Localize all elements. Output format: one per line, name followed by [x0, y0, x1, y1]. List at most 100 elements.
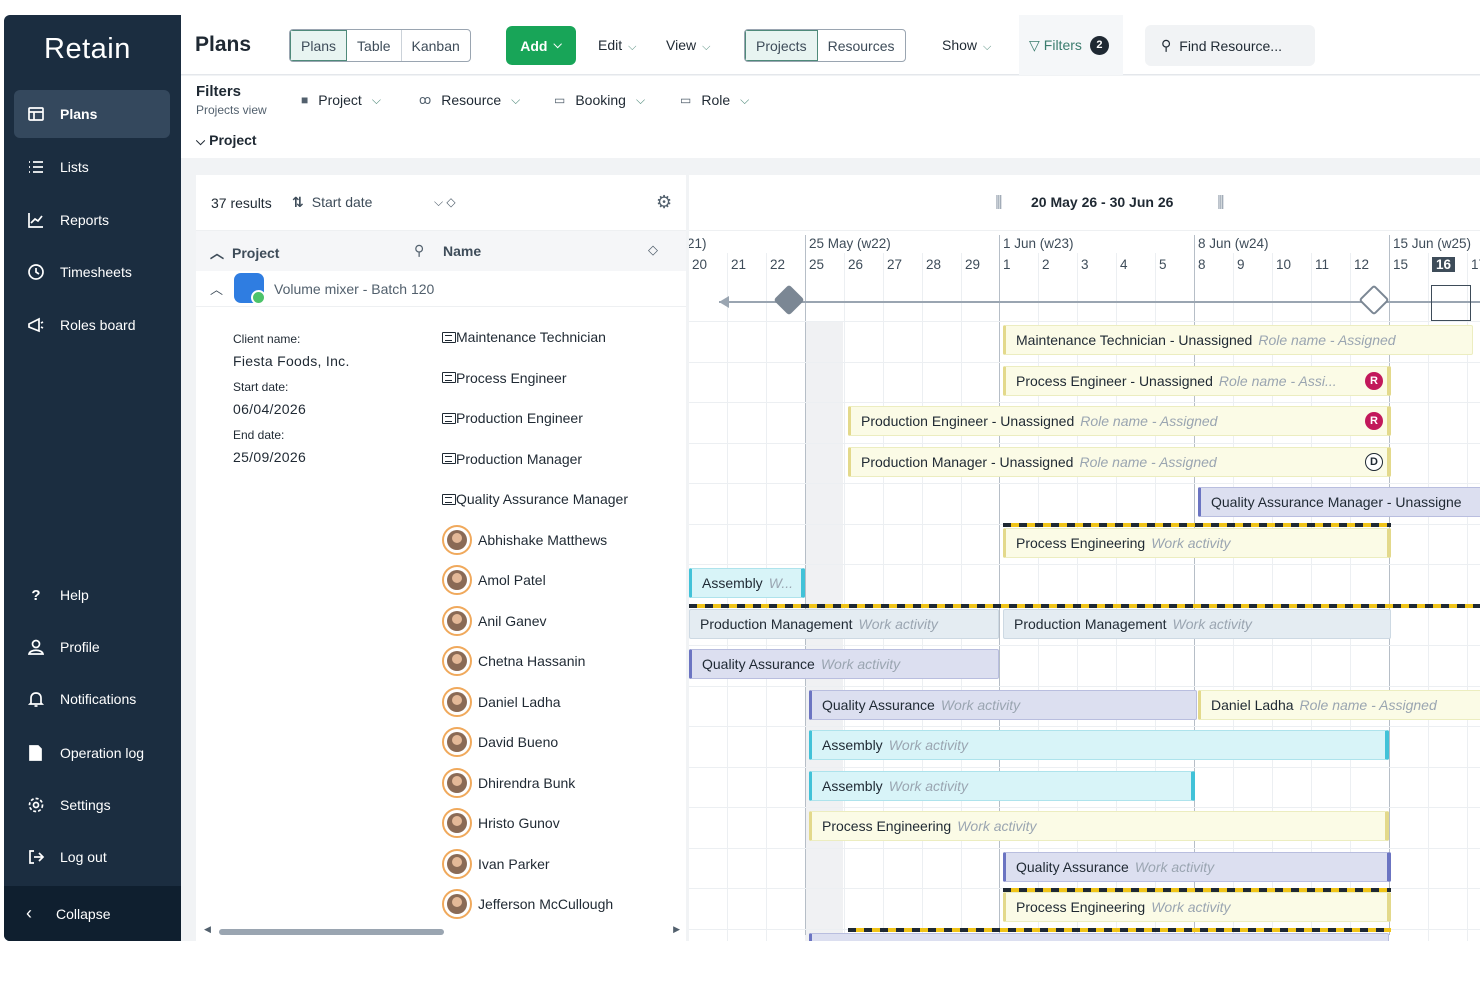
chevron-down-icon: ⌵	[511, 92, 521, 107]
person-row[interactable]: Jefferson McCullough	[442, 889, 613, 919]
add-label: Add	[520, 37, 548, 54]
filter-booking[interactable]: ▭ Booking ⌵	[554, 92, 645, 108]
person-row[interactable]: Ivan Parker	[442, 848, 550, 879]
booking-bar[interactable]: Quality Assurance Work activity	[1003, 851, 1391, 882]
booking-bar[interactable]: Assembly W...	[689, 568, 805, 598]
group-project-toggle[interactable]: ⌵ Project	[196, 132, 257, 149]
role-card-icon	[442, 493, 456, 505]
conflict-hazard-stripe	[1003, 523, 1391, 527]
day-label: 10	[1276, 257, 1292, 272]
person-row[interactable]: Chetna Hassanin	[442, 646, 585, 676]
booking-title: Quality Assurance	[702, 656, 815, 672]
person-row[interactable]: Hristo Gunov	[442, 808, 560, 838]
booking-bar[interactable]: Quality Assurance Work activity	[809, 689, 1197, 720]
booking-bar[interactable]: Process Engineering Work activity	[809, 811, 1389, 841]
booking-title: Production Management	[1014, 615, 1167, 632]
booking-bar[interactable]: Quality Assurance Work activity	[689, 649, 999, 679]
booking-bar[interactable]: Assembly Work activity	[809, 730, 1389, 760]
role-row[interactable]: Process Engineer	[442, 366, 567, 390]
sidebar-item-operation-log[interactable]: Operation log	[14, 729, 170, 777]
group-label: Project	[209, 132, 257, 148]
search-icon[interactable]: ⚲	[414, 242, 424, 259]
person-row[interactable]: Daniel Ladha	[442, 686, 561, 717]
range-start-handle[interactable]: |||	[995, 193, 1003, 210]
booking-bar[interactable]: Quality Assurance Manager - Unassigne	[1198, 487, 1480, 517]
tab-resources[interactable]: Resources	[818, 30, 905, 61]
conflict-hazard-stripe	[689, 604, 1480, 608]
chevron-down-icon: ⌵	[371, 92, 381, 107]
sidebar-item-timesheets[interactable]: Timesheets	[14, 248, 170, 296]
avatar-face	[447, 732, 467, 752]
filters-subtitle: Projects view	[196, 103, 267, 117]
tab-plans[interactable]: Plans	[290, 30, 348, 61]
sidebar-item-roles-board[interactable]: Roles board	[14, 301, 170, 349]
sidebar-item-help[interactable]: ? Help	[14, 571, 170, 619]
find-resource-label: Find Resource...	[1179, 37, 1282, 54]
end-date-label: End date:	[233, 428, 285, 442]
filter-resource[interactable]: ꝏ Resource ⌵	[419, 92, 520, 108]
sidebar-item-plans[interactable]: Plans	[14, 90, 170, 138]
booking-bar[interactable]: Daniel Ladha Role name - Assigned	[1198, 689, 1480, 720]
horizontal-scrollbar[interactable]: ◀ ▶	[204, 924, 680, 937]
person-row[interactable]: Abhishake Matthews	[442, 524, 607, 555]
sidebar-item-settings[interactable]: Settings	[14, 781, 170, 829]
person-row[interactable]: David Bueno	[442, 727, 558, 757]
role-row[interactable]: Production Manager	[442, 447, 582, 471]
chevron-up-icon[interactable]: ︿	[210, 279, 223, 298]
view-menu[interactable]: View ⌵	[666, 37, 710, 54]
tab-table[interactable]: Table	[347, 30, 402, 61]
column-project[interactable]: ︿ Project	[210, 243, 279, 263]
tab-kanban[interactable]: Kanban	[402, 30, 470, 61]
scrollbar-thumb[interactable]	[219, 929, 444, 935]
filters-button[interactable]: ▽ Filters 2	[1019, 15, 1123, 75]
avatar	[442, 767, 472, 798]
person-row[interactable]: Dhirendra Bunk	[442, 767, 575, 798]
range-end-handle[interactable]: |||	[1217, 193, 1225, 210]
find-resource-button[interactable]: ⚲ Find Resource...	[1145, 25, 1315, 66]
project-row[interactable]: ︿ Volume mixer - Batch 120	[196, 271, 686, 307]
gear-icon[interactable]: ⚙	[656, 192, 672, 213]
sort-toggle-icon[interactable]: ◇	[648, 242, 658, 258]
avatar	[442, 565, 472, 595]
booking-subtitle: Work activity	[858, 615, 938, 632]
week-label: 8 Jun (w24)	[1198, 236, 1269, 251]
booking-subtitle: Work activity	[1151, 899, 1231, 915]
booking-bar[interactable]: Assembly Work activity	[809, 770, 1195, 801]
add-button[interactable]: Add ⌵	[506, 26, 576, 65]
booking-bar[interactable]: Process Engineering Work activity	[1003, 527, 1391, 558]
milestone-start-diamond[interactable]	[773, 284, 805, 316]
sidebar-item-profile[interactable]: Profile	[14, 623, 170, 671]
sidebar-item-notifications[interactable]: Notifications	[14, 675, 170, 723]
booking-bar[interactable]: Production Engineer - Unassigned Role nam…	[848, 406, 1391, 436]
booking-bar[interactable]: Process Engineering Work activity	[1003, 892, 1391, 922]
edit-menu[interactable]: Edit ⌵	[598, 37, 636, 54]
role-row[interactable]: Production Engineer	[442, 406, 583, 430]
role-row[interactable]: Maintenance Technician	[442, 325, 606, 349]
milestone-end-diamond[interactable]	[1358, 284, 1390, 316]
booking-bar[interactable]: Production Management Work activity	[1003, 608, 1391, 639]
day-label: 9	[1237, 257, 1245, 272]
booking-bar[interactable]: Process Engineer - Unassigned Role name -…	[1003, 365, 1391, 396]
booking-bar[interactable]: Production Manager - Unassigned Role name…	[848, 446, 1391, 477]
sidebar-item-logout[interactable]: Log out	[14, 833, 170, 881]
date-range-bar: ||| 20 May 26 - 30 Jun 26 |||	[689, 175, 1480, 231]
booking-bar[interactable]: Production Management Work activity	[689, 608, 999, 639]
funnel-icon: ▽	[1029, 36, 1040, 53]
column-name[interactable]: Name	[443, 243, 481, 259]
sidebar-item-reports[interactable]: Reports	[14, 196, 170, 244]
view-label: View	[666, 37, 697, 53]
person-row[interactable]: Anil Ganev	[442, 605, 546, 636]
role-row[interactable]: Quality Assurance Manager	[442, 487, 628, 511]
sidebar-item-lists[interactable]: Lists	[14, 143, 170, 191]
sort-select[interactable]: ⇅ Start date	[292, 194, 372, 211]
collapse-button[interactable]: ‹ Collapse	[4, 886, 181, 941]
tab-projects[interactable]: Projects	[745, 30, 818, 61]
show-menu[interactable]: Show ⌵	[942, 37, 991, 54]
booking-bar[interactable]: Quality Assurance Work activity	[809, 932, 1389, 941]
person-row[interactable]: Amol Patel	[442, 565, 546, 595]
booking-bar[interactable]: Maintenance Technician - Unassigned Role …	[1003, 325, 1473, 355]
sort-chevron-icon[interactable]: ⌵ ◇	[434, 195, 456, 210]
filter-project[interactable]: ■ Project ⌵	[301, 92, 381, 108]
filter-role[interactable]: ▭ Role ⌵	[680, 92, 749, 108]
date-range-label: 20 May 26 - 30 Jun 26	[1031, 194, 1174, 210]
